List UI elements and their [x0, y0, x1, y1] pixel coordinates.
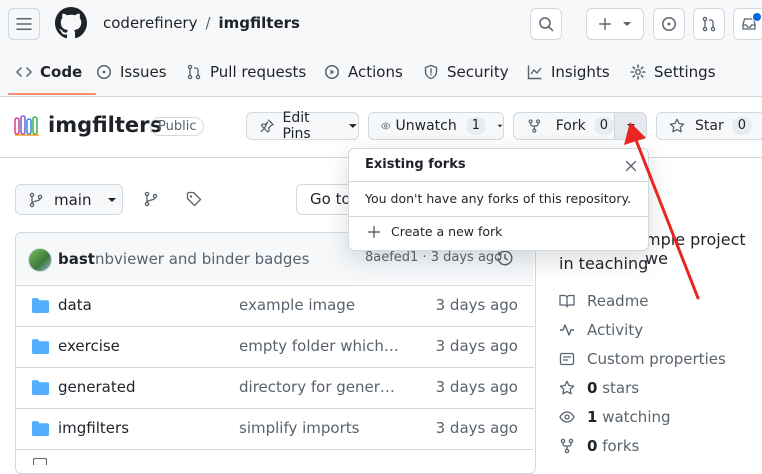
annotation-arrow — [624, 122, 700, 300]
annotation-arrow-shaft — [634, 138, 700, 300]
